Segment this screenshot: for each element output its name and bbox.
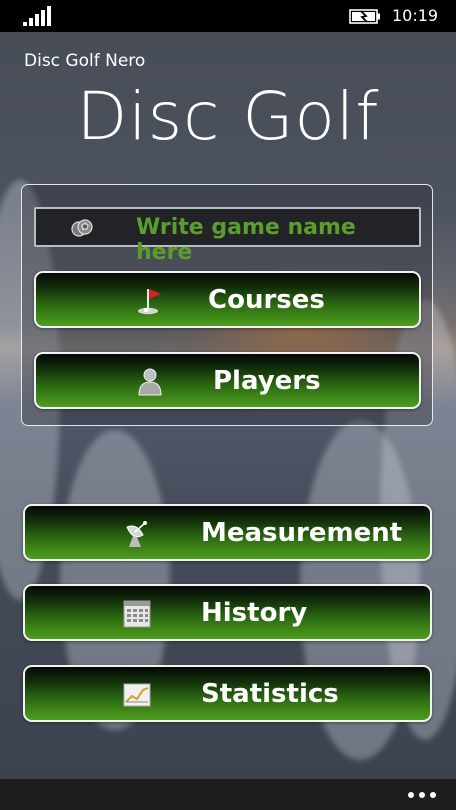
game-name-input[interactable]: Write game name here bbox=[34, 207, 421, 265]
statistics-label: Statistics bbox=[201, 679, 339, 709]
status-bar: 10:19 bbox=[0, 0, 456, 32]
satellite-dish-icon bbox=[126, 521, 147, 547]
courses-label: Courses bbox=[208, 285, 325, 315]
statistics-button[interactable]: Statistics bbox=[23, 665, 432, 722]
calendar-icon bbox=[123, 600, 151, 628]
page-title: Disc Golf bbox=[76, 78, 380, 155]
golf-flag-icon bbox=[138, 289, 161, 315]
line-chart-icon bbox=[123, 683, 151, 707]
app-title: Disc Golf Nero bbox=[24, 51, 146, 71]
history-button[interactable]: History bbox=[23, 584, 432, 641]
app-bar bbox=[0, 779, 456, 810]
player-icon bbox=[138, 368, 162, 396]
more-dots-icon[interactable] bbox=[408, 792, 436, 798]
players-label: Players bbox=[213, 366, 321, 396]
courses-button[interactable]: Courses bbox=[34, 271, 421, 328]
game-name-placeholder: Write game name here bbox=[136, 215, 356, 265]
signal-bars-icon bbox=[23, 6, 51, 26]
players-button[interactable]: Players bbox=[34, 352, 421, 409]
discs-icon bbox=[71, 219, 93, 237]
battery-charging-icon bbox=[349, 9, 380, 24]
measurement-button[interactable]: Measurement bbox=[23, 504, 432, 561]
history-label: History bbox=[201, 598, 308, 628]
measurement-label: Measurement bbox=[201, 518, 403, 548]
status-time: 10:19 bbox=[392, 6, 439, 25]
